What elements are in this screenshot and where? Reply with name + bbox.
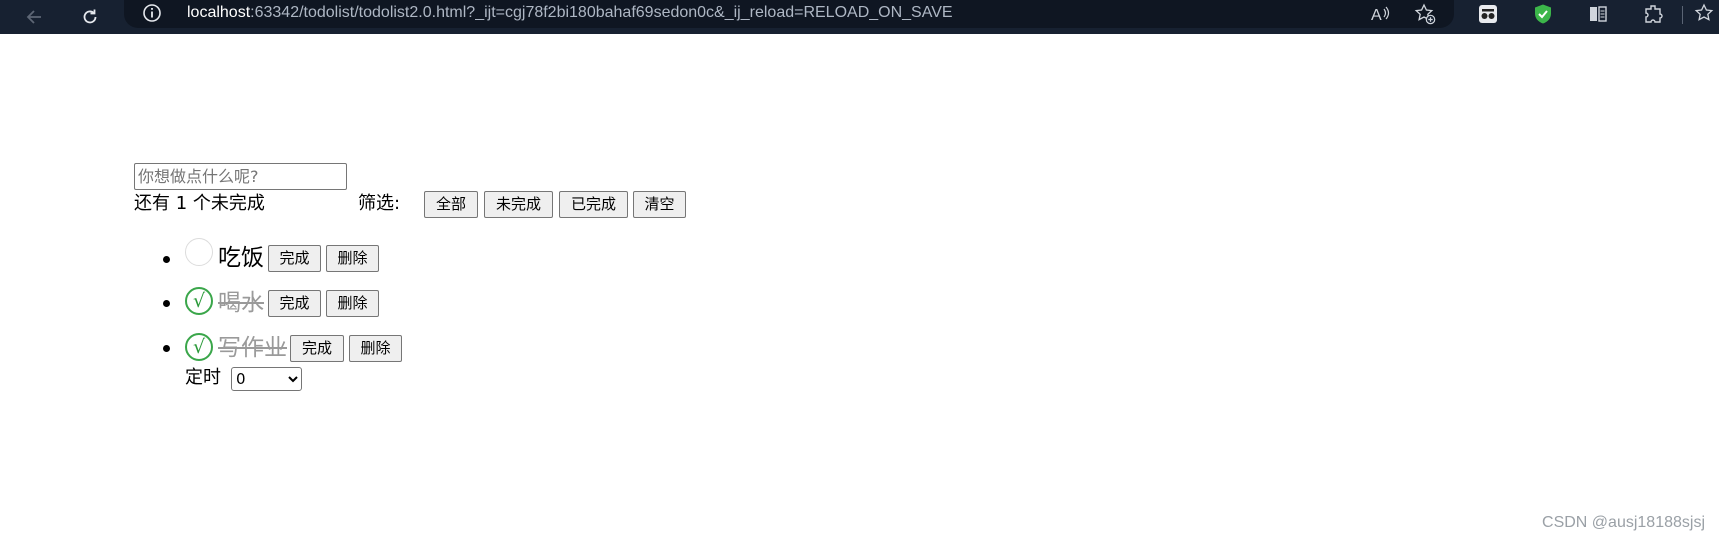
complete-button[interactable]: 完成 xyxy=(268,245,321,272)
extensions-icon[interactable] xyxy=(1641,1,1667,27)
url-path: :63342/todolist/todolist2.0.html?_ijt=cg… xyxy=(250,4,953,21)
url-text[interactable]: localhost:63342/todolist/todolist2.0.htm… xyxy=(187,3,953,23)
item-checkbox[interactable] xyxy=(185,238,213,266)
refresh-icon[interactable] xyxy=(73,0,107,34)
read-aloud-icon[interactable]: A xyxy=(1367,1,1393,27)
filter-all-button[interactable]: 全部 xyxy=(424,191,478,218)
item-checkbox[interactable]: √ xyxy=(185,333,213,361)
favorites-icon[interactable] xyxy=(1692,1,1718,27)
svg-text:A: A xyxy=(1371,7,1382,24)
remaining-count: 还有 1 个未完成 xyxy=(134,193,265,214)
url-host: localhost xyxy=(187,4,251,21)
timer-select[interactable]: 0 xyxy=(231,367,302,391)
delete-button[interactable]: 删除 xyxy=(326,290,379,317)
item-checkbox[interactable]: √ xyxy=(185,287,213,315)
back-icon[interactable] xyxy=(18,0,52,34)
add-favorite-icon[interactable] xyxy=(1412,1,1438,27)
extension-glasses-icon[interactable] xyxy=(1475,1,1501,27)
complete-button[interactable]: 完成 xyxy=(290,335,344,362)
watermark: CSDN @ausj18188sjsj xyxy=(1542,514,1705,531)
list-bullet xyxy=(163,300,170,307)
reader-icon[interactable] xyxy=(1585,1,1611,27)
shield-check-icon[interactable] xyxy=(1530,1,1556,27)
clear-button[interactable]: 清空 xyxy=(633,191,686,218)
info-icon[interactable] xyxy=(142,3,162,23)
todo-item-text: 喝水 xyxy=(218,290,264,316)
todo-item-text: 写作业 xyxy=(218,335,287,361)
filter-completed-button[interactable]: 已完成 xyxy=(559,191,628,218)
delete-button[interactable]: 删除 xyxy=(326,245,379,272)
timer-label: 定时 xyxy=(185,367,221,388)
complete-button[interactable]: 完成 xyxy=(268,290,321,317)
list-bullet xyxy=(163,256,170,263)
filter-active-button[interactable]: 未完成 xyxy=(484,191,553,218)
filter-label: 筛选: xyxy=(358,193,401,214)
browser-toolbar: localhost:63342/todolist/todolist2.0.htm… xyxy=(0,0,1719,34)
todo-item-text: 吃饭 xyxy=(218,245,264,271)
toolbar-divider xyxy=(1682,6,1683,24)
delete-button[interactable]: 删除 xyxy=(349,335,402,362)
list-bullet xyxy=(163,345,170,352)
todo-input[interactable] xyxy=(134,163,347,190)
